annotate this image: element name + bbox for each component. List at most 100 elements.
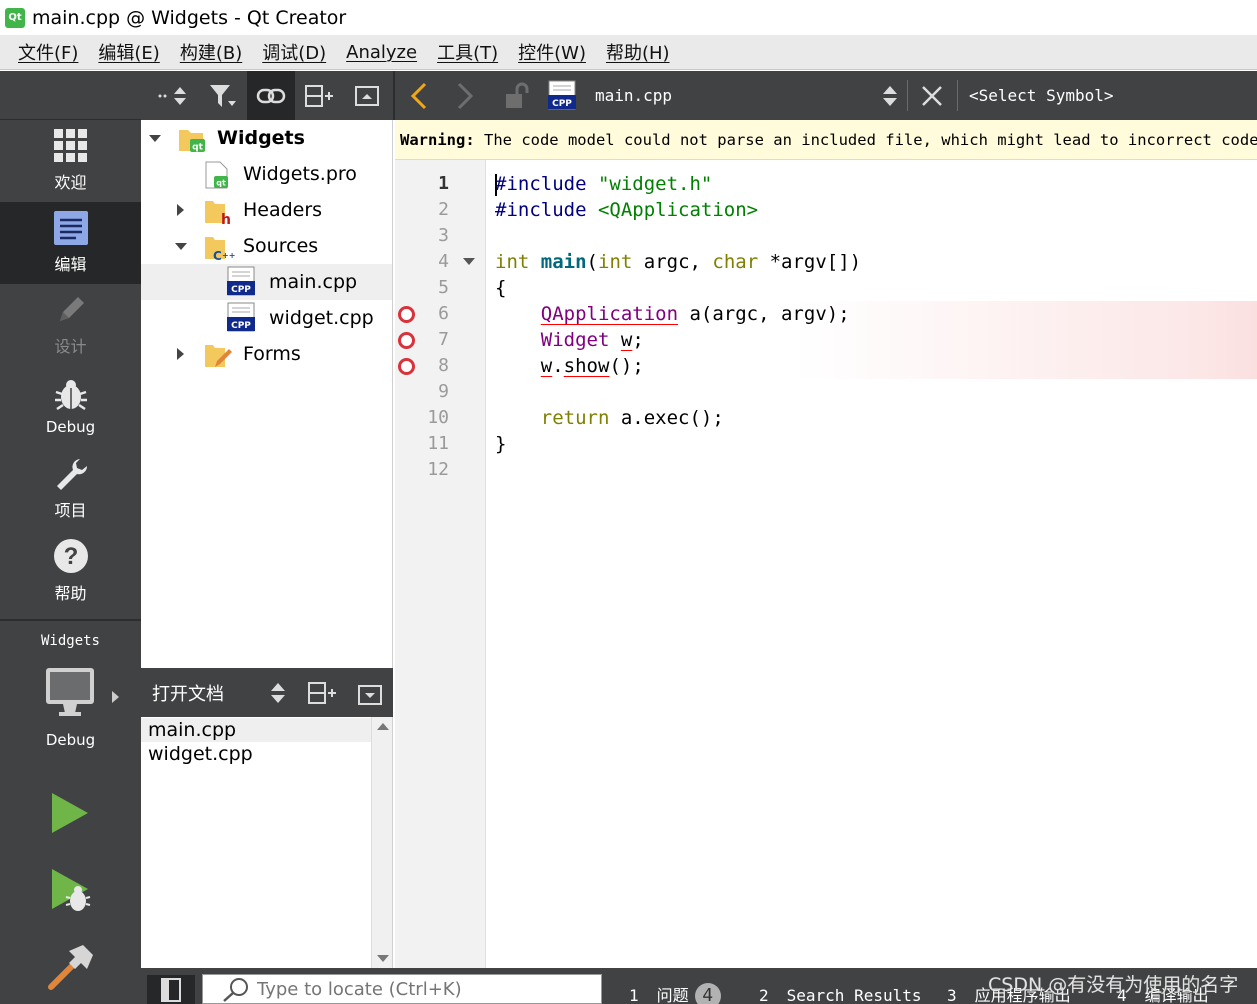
docs-scrollbar[interactable] xyxy=(371,717,392,970)
menu-build[interactable]: 构建(B) xyxy=(170,39,252,65)
search-icon xyxy=(223,978,248,1002)
collapse-panel-icon[interactable] xyxy=(357,684,383,706)
help-icon: ? xyxy=(53,539,88,573)
output-tab-issues[interactable]: 1 问题 4 xyxy=(629,976,721,1004)
menu-file[interactable]: 文件(F) xyxy=(8,39,88,65)
tree-item-pro-file[interactable]: qt Widgets.pro xyxy=(141,156,392,192)
close-document-button[interactable] xyxy=(915,71,949,120)
split-add-icon xyxy=(305,84,333,107)
toggle-sidebar-button[interactable] xyxy=(147,975,195,1004)
qt-project-icon: qt xyxy=(179,130,205,153)
build-button[interactable] xyxy=(45,943,95,998)
tree-folder-forms[interactable]: Forms xyxy=(141,336,392,372)
tree-file-widget-cpp[interactable]: CPP widget.cpp xyxy=(141,300,392,336)
current-file-name[interactable]: main.cpp xyxy=(595,71,672,120)
close-sidebar-button[interactable] xyxy=(343,71,391,120)
sync-button[interactable] xyxy=(247,71,295,120)
kit-build-config: Debug xyxy=(45,731,96,749)
mode-debug[interactable]: Debug xyxy=(0,366,141,448)
open-doc-main-cpp[interactable]: main.cpp xyxy=(141,718,371,742)
mode-projects[interactable]: 项目 xyxy=(0,448,141,530)
mode-edit-label: 编辑 xyxy=(54,255,87,274)
svg-text:CPP: CPP xyxy=(552,99,572,109)
pencil-icon xyxy=(59,297,84,321)
chevron-left-icon xyxy=(410,82,427,109)
expand-arrow-icon[interactable] xyxy=(149,135,161,142)
warning-marker-icon[interactable] xyxy=(398,358,415,375)
mode-edit[interactable]: 编辑 xyxy=(0,202,141,284)
open-documents-list: main.cpp widget.cpp xyxy=(141,717,393,970)
unlock-icon xyxy=(506,82,529,108)
open-doc-widget-cpp[interactable]: widget.cpp xyxy=(141,742,371,766)
tree-folder-headers[interactable]: h Headers xyxy=(141,192,392,228)
debug-run-button[interactable] xyxy=(50,867,94,920)
kit-selector[interactable] xyxy=(45,667,95,722)
code-line-7: Widget w; xyxy=(495,327,1257,353)
line-number: 9 xyxy=(438,381,449,402)
sort-updown-icon[interactable] xyxy=(269,681,287,705)
sort-updown-icon xyxy=(158,86,186,105)
mode-sidebar: 欢迎 编辑 设计 Debug 项目 ? 帮助 Widgets Debug xyxy=(0,71,141,1004)
forms-folder-icon xyxy=(205,345,232,367)
line-number: 10 xyxy=(427,407,449,428)
tree-main-cpp-label: main.cpp xyxy=(269,271,358,293)
menu-tools[interactable]: 工具(T) xyxy=(427,39,508,65)
mode-welcome[interactable]: 欢迎 xyxy=(0,120,141,202)
line-number-gutter: 1 2 3 4 5 6 7 8 9 10 11 12 xyxy=(395,160,486,968)
lock-button[interactable] xyxy=(499,71,535,120)
expand-arrow-icon[interactable] xyxy=(177,204,184,216)
expand-arrow-icon[interactable] xyxy=(175,243,187,250)
navigate-forward-button[interactable] xyxy=(447,71,483,120)
code-model-warning: Warning: The code model could not parse … xyxy=(395,120,1257,160)
svg-text:++: ++ xyxy=(222,251,235,260)
warning-marker-icon[interactable] xyxy=(398,306,415,323)
scroll-down-icon[interactable] xyxy=(377,955,389,962)
kit-project-name: Widgets xyxy=(40,633,100,649)
tree-root-label: Widgets xyxy=(217,127,305,149)
file-selector-arrows[interactable] xyxy=(879,71,901,120)
sources-folder-icon: C ++ xyxy=(205,237,235,261)
file-type-icon-wrap: CPP xyxy=(545,71,579,120)
filter-button[interactable] xyxy=(199,71,247,120)
mode-design[interactable]: 设计 xyxy=(0,284,141,366)
issues-count-badge: 4 xyxy=(694,983,721,1004)
headers-folder-icon: h xyxy=(205,201,231,225)
grid-icon xyxy=(53,129,87,162)
split-add-icon[interactable] xyxy=(307,680,337,706)
menu-analyze[interactable]: Analyze xyxy=(336,42,427,63)
menu-help[interactable]: 帮助(H) xyxy=(596,39,680,65)
wrench-icon xyxy=(56,459,87,490)
kit-selector-arrow-icon[interactable] xyxy=(112,691,119,703)
svg-text:?: ? xyxy=(63,543,78,570)
menu-widgets[interactable]: 控件(W) xyxy=(508,39,596,65)
expand-arrow-icon[interactable] xyxy=(177,348,184,360)
split-button[interactable] xyxy=(295,71,343,120)
qt-logo-icon: Qt xyxy=(5,7,25,28)
close-icon xyxy=(922,85,942,106)
symbol-selector[interactable]: <Select Symbol> xyxy=(969,71,1114,120)
tree-file-main-cpp[interactable]: CPP main.cpp xyxy=(141,264,392,300)
code-editor[interactable]: 1 2 3 4 5 6 7 8 9 10 11 12 #include "wid… xyxy=(395,160,1257,968)
mode-debug-label: Debug xyxy=(45,418,96,436)
tree-pro-label: Widgets.pro xyxy=(243,163,357,185)
tree-folder-sources[interactable]: C ++ Sources xyxy=(141,228,392,264)
locator-input[interactable] xyxy=(257,978,577,1000)
run-button[interactable] xyxy=(50,791,90,840)
mode-help-label: 帮助 xyxy=(54,584,87,603)
tree-sources-label: Sources xyxy=(243,235,319,257)
fold-arrow-icon[interactable] xyxy=(463,258,475,265)
navigate-back-button[interactable] xyxy=(401,71,437,120)
project-toolbar xyxy=(141,71,393,120)
warning-marker-icon[interactable] xyxy=(398,332,415,349)
view-selector[interactable] xyxy=(141,71,199,120)
tree-root-widgets[interactable]: qt Widgets xyxy=(141,120,392,156)
output-tab-search-results[interactable]: 2 Search Results xyxy=(759,976,922,1004)
menu-debug[interactable]: 调试(D) xyxy=(252,39,336,65)
sidebar-toggle-icon xyxy=(161,977,181,1002)
mode-separator xyxy=(0,619,141,621)
mode-help[interactable]: ? 帮助 xyxy=(0,530,141,612)
menu-edit[interactable]: 编辑(E) xyxy=(88,39,169,65)
scroll-up-icon[interactable] xyxy=(377,723,389,730)
menu-bar: 文件(F) 编辑(E) 构建(B) 调试(D) Analyze 工具(T) 控件… xyxy=(0,35,1257,70)
locator-box[interactable] xyxy=(202,974,602,1004)
